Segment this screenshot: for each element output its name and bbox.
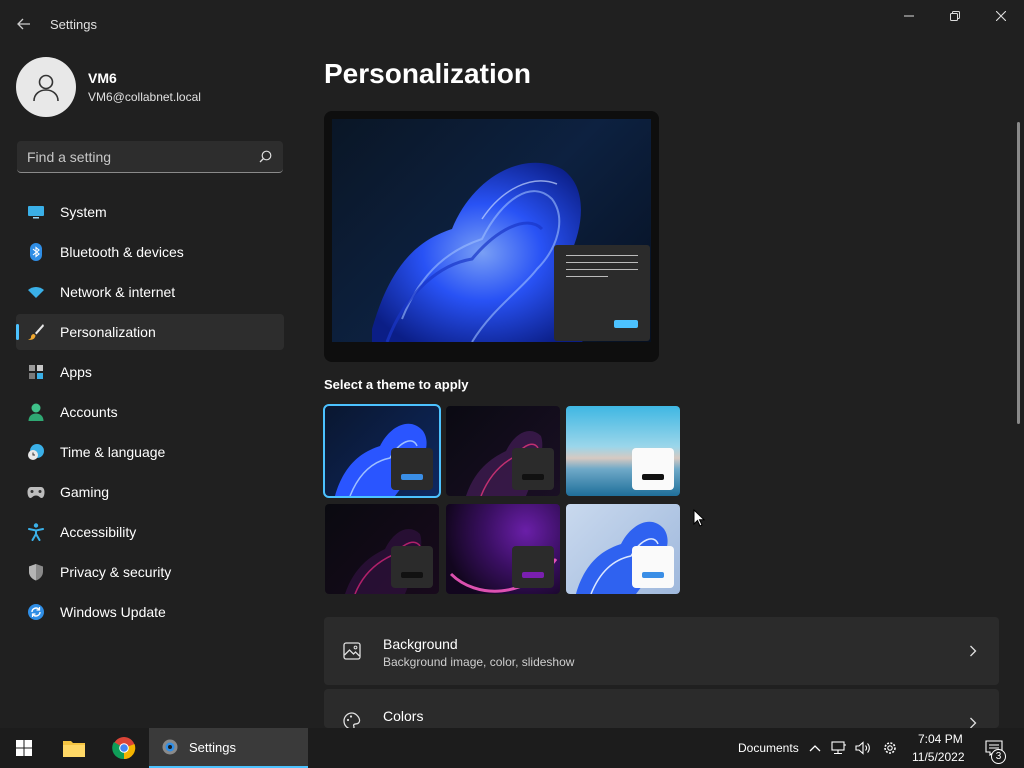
theme-glow[interactable]: [446, 406, 560, 496]
clock-time[interactable]: 7:04 PM: [918, 732, 963, 746]
sidebar-item-system[interactable]: System: [16, 194, 284, 230]
theme-windows-light[interactable]: [566, 504, 680, 594]
show-hidden-icons-button[interactable]: [806, 728, 824, 768]
shield-icon: [26, 562, 46, 582]
accessibility-icon: [26, 522, 46, 542]
user-profile[interactable]: VM6 VM6@collabnet.local: [16, 57, 201, 117]
profile-email: VM6@collabnet.local: [88, 90, 201, 104]
close-button[interactable]: [978, 0, 1024, 32]
brush-icon: [26, 322, 46, 342]
theme-flow[interactable]: [446, 504, 560, 594]
back-button[interactable]: [8, 8, 40, 40]
sidebar-item-label: Personalization: [60, 324, 156, 340]
profile-name: VM6: [88, 70, 117, 86]
network-icon: [831, 741, 846, 755]
theme-windows-dark[interactable]: [323, 404, 441, 498]
network-tray-button[interactable]: [828, 728, 850, 768]
start-button[interactable]: [0, 728, 48, 768]
settings-tray-button[interactable]: [879, 728, 901, 768]
sidebar-item-personalization[interactable]: Personalization: [16, 314, 284, 350]
chevron-right-icon: [967, 643, 979, 659]
taskbar-app-label: Settings: [189, 739, 236, 755]
sidebar-item-windows-update[interactable]: Windows Update: [16, 594, 284, 630]
documents-toolbar[interactable]: Documents: [738, 741, 799, 755]
window-title: Settings: [50, 17, 97, 32]
taskbar-chrome[interactable]: [104, 728, 144, 768]
sidebar-item-label: System: [60, 204, 107, 220]
palette-icon: [342, 711, 362, 728]
page-title: Personalization: [324, 58, 531, 89]
taskbar-settings-app[interactable]: Settings: [149, 728, 308, 768]
sidebar-item-time-language[interactable]: Time & language: [16, 434, 284, 470]
update-icon: [26, 602, 46, 622]
background-card[interactable]: Background Background image, color, slid…: [324, 617, 999, 685]
windows-logo-icon: [16, 740, 32, 756]
colors-card[interactable]: Colors: [324, 689, 999, 728]
search-input[interactable]: [27, 148, 257, 165]
speaker-icon: [854, 741, 870, 755]
gear-icon: [884, 742, 896, 754]
restore-icon: [950, 11, 960, 21]
theme-preview: [324, 111, 659, 362]
bluetooth-icon: [26, 242, 46, 262]
wifi-icon: [26, 282, 46, 302]
sidebar-item-accounts[interactable]: Accounts: [16, 394, 284, 430]
volume-tray-button[interactable]: [852, 728, 874, 768]
theme-sunrise[interactable]: [325, 504, 439, 594]
notification-badge: 3: [991, 749, 1006, 764]
gamepad-icon: [26, 482, 46, 502]
sidebar-item-gaming[interactable]: Gaming: [16, 474, 284, 510]
sidebar-item-accessibility[interactable]: Accessibility: [16, 514, 284, 550]
taskbar: Settings Documents 7:04 PM 11/5/2022 3: [0, 728, 1024, 768]
mouse-cursor-icon: [693, 509, 705, 527]
sidebar-item-privacy[interactable]: Privacy & security: [16, 554, 284, 590]
taskbar-file-explorer[interactable]: [54, 728, 94, 768]
wallpaper-preview: [332, 119, 651, 342]
sidebar-item-label: Privacy & security: [60, 564, 172, 580]
minimize-button[interactable]: [886, 0, 932, 32]
person-icon: [26, 402, 46, 422]
minimize-icon: [904, 15, 914, 17]
card-title: Colors: [383, 708, 424, 724]
theme-section-caption: Select a theme to apply: [324, 377, 469, 392]
apps-icon: [26, 362, 46, 382]
settings-gear-icon: [162, 739, 178, 755]
theme-captured-motion[interactable]: [566, 406, 680, 496]
folder-icon: [63, 741, 85, 757]
avatar[interactable]: [16, 57, 76, 117]
sidebar-item-network[interactable]: Network & internet: [16, 274, 284, 310]
sidebar-item-bluetooth[interactable]: Bluetooth & devices: [16, 234, 284, 270]
title-bar: Settings: [0, 0, 1024, 48]
sidebar-item-label: Bluetooth & devices: [60, 244, 184, 260]
restore-button[interactable]: [932, 0, 978, 32]
monitor-icon: [26, 202, 46, 222]
sidebar-item-label: Accessibility: [60, 524, 137, 540]
chevron-up-icon: [809, 745, 821, 752]
sidebar-item-label: Accounts: [60, 404, 118, 420]
image-icon: [342, 641, 362, 661]
sidebar-item-label: Gaming: [60, 484, 110, 500]
sidebar-item-apps[interactable]: Apps: [16, 354, 284, 390]
clock-date[interactable]: 11/5/2022: [912, 750, 965, 764]
search-icon[interactable]: [257, 149, 273, 165]
sidebar-item-label: Time & language: [60, 444, 166, 460]
chrome-icon: [112, 737, 136, 760]
back-arrow-icon: [17, 18, 30, 30]
main-scrollbar[interactable]: [1017, 122, 1020, 424]
preview-window: [554, 245, 650, 341]
sidebar-nav: System Bluetooth & devices Network & int…: [16, 194, 284, 634]
sidebar-item-label: Network & internet: [60, 284, 176, 300]
user-avatar-icon: [33, 74, 59, 102]
card-title: Background: [383, 636, 458, 652]
sidebar-item-label: Apps: [60, 364, 92, 380]
clock-globe-icon: [26, 442, 46, 462]
close-icon: [996, 11, 1006, 21]
sidebar-item-label: Windows Update: [60, 604, 166, 620]
chevron-right-icon: [967, 715, 979, 728]
card-subtitle: Background image, color, slideshow: [383, 655, 575, 669]
search-box[interactable]: [17, 141, 283, 173]
